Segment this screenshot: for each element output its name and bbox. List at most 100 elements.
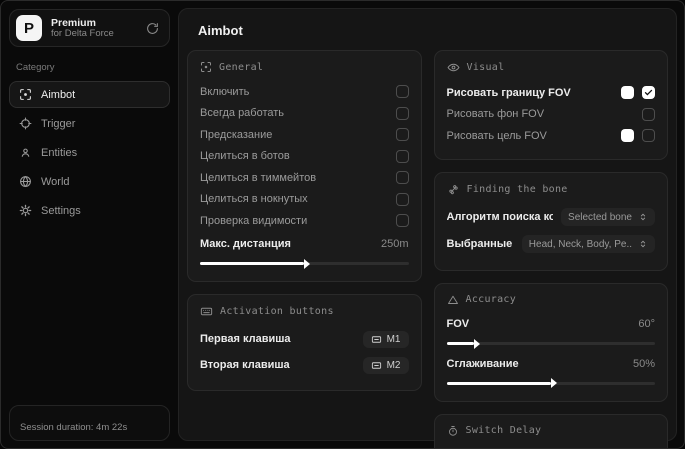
app-window: P Premium for Delta Force Category Aimbo (0, 0, 685, 449)
panel-activation-buttons: Activation buttons Первая клавиша M1 Вто… (187, 294, 422, 391)
setting-row-always-work: Всегда работать (200, 103, 409, 125)
eye-icon (447, 61, 460, 74)
smoothing-slider[interactable] (446, 378, 655, 388)
setting-label: Макс. дистанция (200, 238, 291, 251)
key-icon (371, 335, 381, 343)
key-icon (371, 361, 381, 369)
setting-label: Рисовать границу FOV (446, 86, 571, 99)
setting-row-bone-algorithm: Алгоритм поиска костей Selected bone (446, 204, 655, 231)
check-icon (644, 90, 653, 96)
setting-row-prediction: Предсказание (200, 124, 409, 146)
setting-row-first-key: Первая клавиша M1 (200, 326, 409, 352)
fov-border-color-swatch[interactable] (621, 86, 634, 100)
always-work-checkbox[interactable] (395, 106, 409, 120)
panel-title: General (219, 61, 264, 73)
triangle-icon (447, 294, 459, 306)
fov-target-color-swatch[interactable] (621, 129, 634, 143)
world-icon (19, 175, 32, 188)
panel-visual: Visual Рисовать границу FOV Рисовать фон… (433, 50, 668, 160)
sidebar: P Premium for Delta Force Category Aimbo (1, 1, 178, 448)
first-key-bind-button[interactable]: M1 (362, 330, 409, 348)
target-teammates-checkbox[interactable] (395, 171, 409, 185)
chevron-sort-icon (640, 213, 646, 221)
main-content: Aimbot General Включить Всегда работать … (178, 8, 677, 448)
sidebar-item-label: Entities (41, 146, 78, 159)
setting-row-smoothing: Сглаживание 50% (447, 353, 656, 375)
target-bots-checkbox[interactable] (395, 149, 409, 163)
setting-row-selected-bones: Выбранные кости Head, Neck, Body, Pe.. (446, 231, 655, 258)
setting-row-draw-fov-target: Рисовать цель FOV (446, 125, 655, 147)
brand-title: Premium (51, 16, 96, 29)
setting-label: Рисовать цель FOV (446, 129, 547, 142)
session-duration-card: Session duration: 4m 22s (9, 405, 170, 441)
setting-label: FOV (446, 318, 470, 331)
setting-row-switch-delay-toggle: Задержка переключения (447, 445, 656, 449)
setting-label: Вторая клавиша (200, 359, 290, 371)
second-key-bind-button[interactable]: M2 (362, 356, 409, 374)
page-title: Aimbot (198, 23, 243, 38)
setting-label: Всегда работать (200, 107, 285, 120)
panel-switch-delay: Switch Delay Задержка переключения Задер… (433, 413, 668, 449)
app-logo: P (16, 15, 42, 41)
sidebar-item-label: Trigger (41, 117, 76, 130)
chevron-sort-icon (640, 240, 646, 248)
setting-row-max-distance: Макс. дистанция 250m (200, 234, 409, 256)
sidebar-item-entities[interactable]: Entities (9, 139, 170, 166)
trigger-icon (19, 117, 32, 130)
fov-slider[interactable] (446, 338, 655, 349)
sidebar-item-trigger[interactable]: Trigger (9, 110, 170, 137)
panel-finding-the-bone: Finding the bone Алгоритм поиска костей … (433, 171, 668, 271)
enable-checkbox[interactable] (395, 85, 409, 99)
brand-card: P Premium for Delta Force (9, 9, 170, 47)
sidebar-item-settings[interactable]: Settings (9, 197, 170, 224)
scan-icon (200, 61, 212, 73)
setting-label: Проверка видимости (200, 214, 308, 227)
draw-fov-background-checkbox[interactable] (642, 107, 655, 121)
panel-title: Accuracy (465, 294, 517, 305)
panel-accuracy: Accuracy FOV 60° Сглаживание 50% (433, 282, 668, 402)
fov-value: 60° (638, 318, 655, 331)
setting-row-target-knocked: Целиться в нокнутых (200, 189, 409, 211)
sidebar-item-world[interactable]: World (9, 168, 170, 195)
panel-general: General Включить Всегда работать Предска… (187, 50, 422, 282)
setting-row-target-bots: Целиться в ботов (200, 146, 409, 168)
refresh-icon[interactable] (146, 22, 159, 35)
bone-algorithm-select[interactable]: Selected bone (561, 208, 655, 226)
max-distance-value: 250m (380, 238, 409, 251)
draw-fov-border-checkbox[interactable] (642, 86, 655, 100)
panel-title: Activation buttons (220, 306, 334, 317)
entities-icon (19, 146, 32, 159)
draw-fov-target-checkbox[interactable] (642, 129, 655, 143)
prediction-checkbox[interactable] (395, 128, 409, 142)
smoothing-value: 50% (632, 357, 655, 370)
setting-row-fov: FOV 60° (447, 314, 656, 336)
panel-title: Finding the bone (466, 183, 568, 195)
key-label: M1 (386, 333, 401, 345)
setting-label: Включить (200, 85, 250, 98)
panel-title: Switch Delay (465, 425, 542, 436)
setting-row-draw-fov-background: Рисовать фон FOV (446, 104, 655, 126)
key-label: M2 (386, 359, 401, 371)
setting-row-visibility-check: Проверка видимости (200, 210, 409, 232)
setting-label: Рисовать фон FOV (446, 108, 545, 121)
timer-icon (447, 425, 459, 437)
selected-bones-select[interactable]: Head, Neck, Body, Pe.. (521, 235, 655, 253)
session-duration-text: Session duration: 4m 22s (20, 422, 128, 433)
sidebar-item-aimbot[interactable]: Aimbot (9, 81, 170, 108)
setting-label: Алгоритм поиска костей (446, 211, 554, 223)
sidebar-item-label: Settings (41, 204, 81, 217)
setting-label: Целиться в тиммейтов (200, 171, 317, 184)
setting-label: Целиться в нокнутых (200, 193, 308, 206)
setting-row-second-key: Вторая клавиша M2 (200, 352, 409, 378)
setting-label: Целиться в ботов (200, 150, 290, 163)
setting-label: Выбранные кости (446, 238, 514, 250)
panel-title: Visual (466, 62, 505, 73)
visibility-check-checkbox[interactable] (395, 214, 409, 228)
setting-row-target-teammates: Целиться в тиммейтов (200, 167, 409, 189)
target-knocked-checkbox[interactable] (395, 192, 409, 206)
category-label: Category (16, 62, 55, 73)
max-distance-slider[interactable] (200, 258, 409, 269)
sidebar-item-label: Aimbot (41, 88, 76, 101)
setting-row-draw-fov-border: Рисовать границу FOV (446, 82, 655, 104)
setting-label: Первая клавиша (200, 333, 291, 345)
